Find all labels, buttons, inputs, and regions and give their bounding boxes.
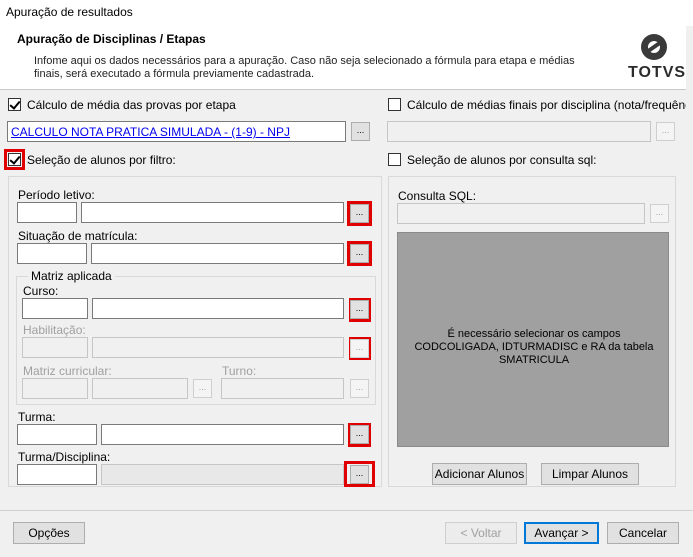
formula-etapa-field[interactable]: CALCULO NOTA PRATICA SIMULADA - (1-9) - … [7, 121, 346, 142]
turma-lookup-button[interactable]: ... [350, 425, 369, 444]
totvs-logo: TOTVS [626, 34, 687, 81]
selecao-filtro-checkbox[interactable] [8, 153, 21, 166]
periodo-letivo-desc-input[interactable] [81, 202, 344, 223]
cancel-button[interactable]: Cancelar [607, 522, 679, 544]
formula-finais-lookup-button: ... [656, 122, 675, 141]
clear-students-button[interactable]: Limpar Alunos [541, 463, 639, 485]
add-students-button[interactable]: Adicionar Alunos [432, 463, 527, 485]
turno-lookup-button: ... [350, 379, 369, 398]
totvs-logo-icon [641, 34, 667, 60]
selecao-sql-label: Seleção de alunos por consulta sql: [407, 153, 597, 167]
matriz-curricular-desc-input [92, 378, 188, 399]
calc-etapa-label: Cálculo de média das provas por etapa [27, 98, 236, 112]
sql-required-message: É necessário selecionar os campos CODCOL… [414, 328, 654, 366]
periodo-letivo-code-input[interactable] [17, 202, 77, 223]
turma-code-input[interactable] [17, 424, 97, 445]
sql-text-area: É necessário selecionar os campos CODCOL… [397, 232, 669, 447]
situacao-matricula-label: Situação de matrícula: [18, 229, 138, 243]
calc-finais-checkbox[interactable] [388, 98, 401, 111]
calc-etapa-checkbox[interactable] [8, 98, 21, 111]
situacao-matricula-lookup-button[interactable]: ... [350, 244, 369, 263]
turma-disciplina-lookup-button[interactable]: ... [350, 465, 369, 484]
turma-disciplina-desc-input [101, 464, 344, 485]
matriz-curricular-label: Matriz curricular: [23, 364, 112, 378]
footer-divider [0, 510, 693, 511]
title-bar: Apuração de resultados [0, 0, 693, 26]
totvs-logo-text: TOTVS [628, 64, 687, 81]
selecao-filtro-label: Seleção de alunos por filtro: [27, 153, 176, 167]
situacao-matricula-desc-input[interactable] [91, 243, 344, 264]
back-button: < Voltar [445, 522, 517, 544]
consulta-sql-lookup-button: ... [650, 204, 669, 223]
wizard-header: Apuração de Disciplinas / Etapas Infome … [0, 26, 693, 90]
curso-lookup-button[interactable]: ... [350, 300, 369, 319]
habilitacao-lookup-button: ... [350, 339, 369, 358]
formula-etapa-link[interactable]: CALCULO NOTA PRATICA SIMULADA - (1-9) - … [11, 125, 290, 139]
consulta-sql-input [397, 203, 645, 224]
selecao-sql-checkbox[interactable] [388, 153, 401, 166]
turma-desc-input[interactable] [101, 424, 344, 445]
scrollbar[interactable] [686, 26, 693, 510]
formula-finais-field [387, 121, 651, 142]
turma-label: Turma: [18, 410, 56, 424]
habilitacao-desc-input [92, 337, 344, 358]
turma-disciplina-label: Turma/Disciplina: [18, 450, 111, 464]
turma-disciplina-code-input[interactable] [17, 464, 97, 485]
periodo-letivo-lookup-button[interactable]: ... [350, 204, 369, 223]
habilitacao-code-input [22, 337, 88, 358]
turno-input [221, 378, 344, 399]
formula-etapa-lookup-button[interactable]: ... [351, 122, 370, 141]
matriz-curricular-code-input [22, 378, 88, 399]
curso-desc-input[interactable] [92, 298, 344, 319]
turno-label: Turno: [222, 364, 257, 378]
curso-label: Curso: [23, 284, 59, 298]
page-title: Apuração de Disciplinas / Etapas [17, 32, 206, 46]
habilitacao-label: Habilitação: [23, 323, 86, 337]
matriz-aplicada-label: Matriz aplicada [28, 269, 115, 283]
consulta-sql-label: Consulta SQL: [398, 189, 477, 203]
periodo-letivo-label: Período letivo: [18, 188, 95, 202]
page-description: Infome aqui os dados necessários para a … [34, 55, 575, 80]
window-title: Apuração de resultados [6, 5, 133, 19]
next-button[interactable]: Avançar > [524, 522, 599, 544]
matriz-curricular-lookup-button: ... [193, 379, 212, 398]
options-button[interactable]: Opções [13, 522, 85, 544]
calc-finais-label: Cálculo de médias finais por disciplina … [407, 98, 693, 112]
curso-code-input[interactable] [22, 298, 88, 319]
situacao-matricula-code-input[interactable] [17, 243, 87, 264]
